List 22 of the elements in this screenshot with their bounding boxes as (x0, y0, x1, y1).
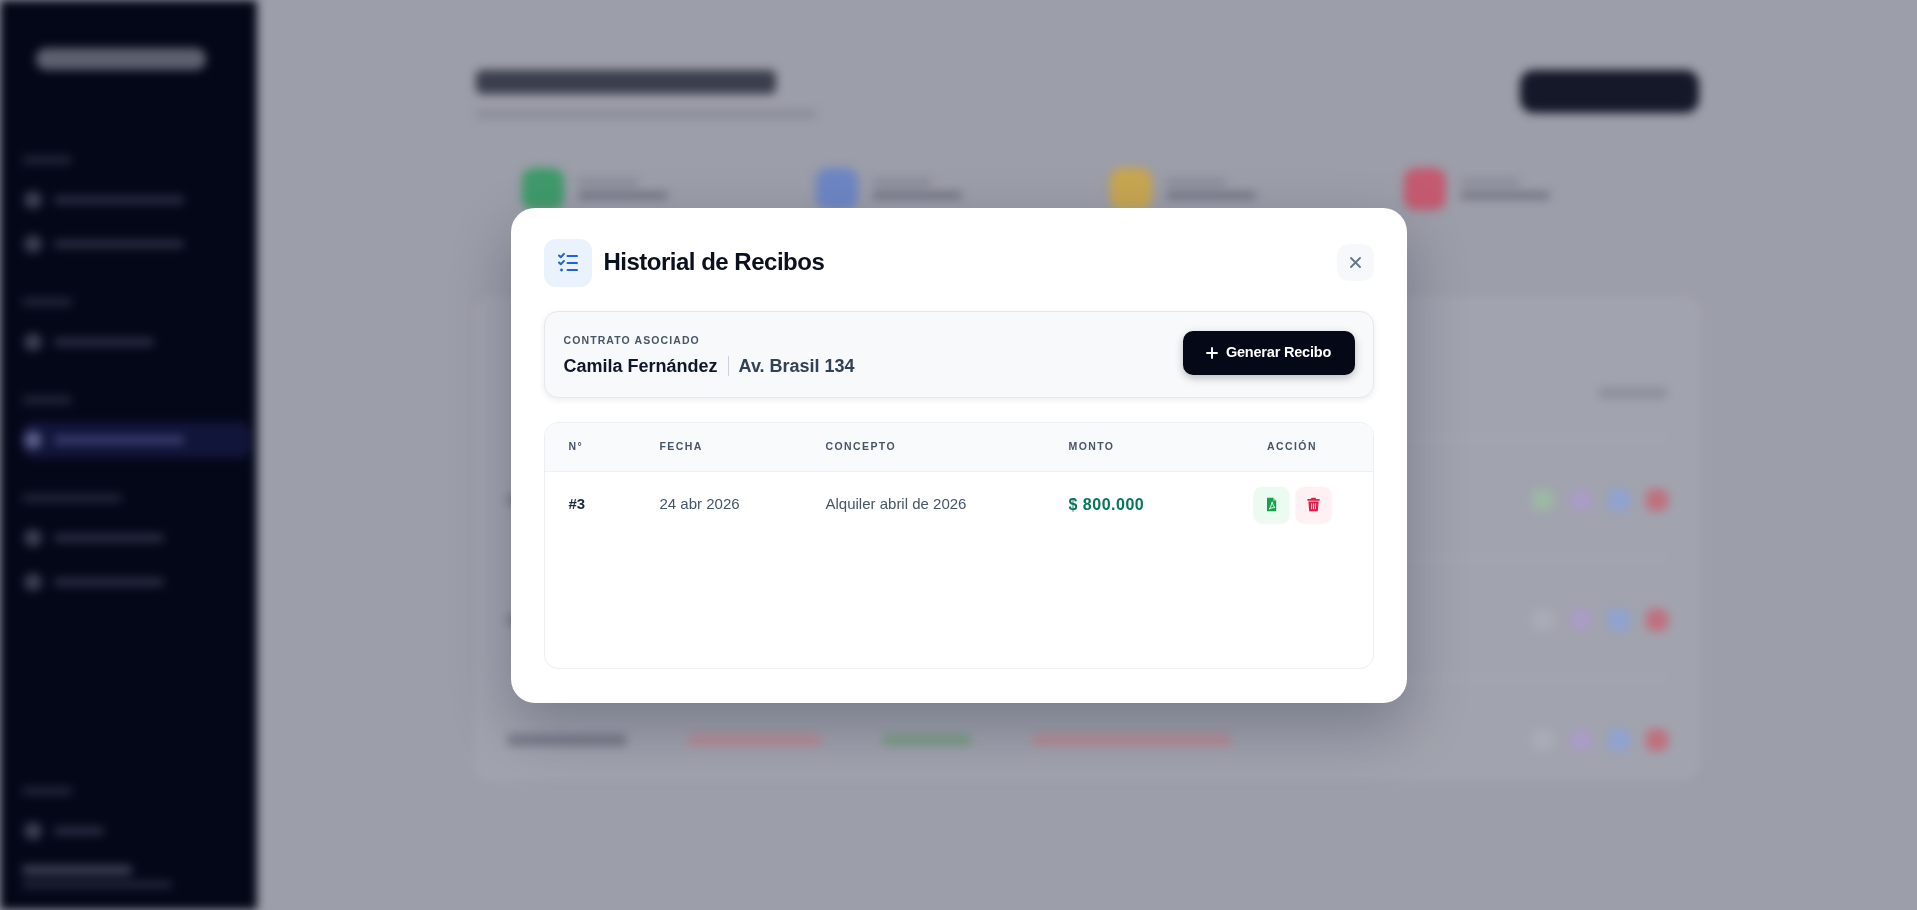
property-address: Av. Brasil 134 (738, 354, 855, 378)
delete-button[interactable] (1295, 487, 1331, 522)
pdf-file-icon (1264, 497, 1278, 512)
dialog-title: Historial de Recibos (603, 248, 825, 277)
checklist-icon (543, 238, 592, 287)
column-header: CONCEPTO (825, 439, 896, 452)
receipt-number: #3 (568, 495, 586, 513)
plus-icon (1205, 347, 1218, 359)
column-header: N° (568, 439, 584, 452)
contract-label: CONTRATO ASOCIADO (563, 332, 700, 348)
close-button[interactable] (1336, 244, 1374, 281)
close-icon (1349, 257, 1361, 268)
tenant-name: Camila Fernández (563, 354, 718, 378)
generate-receipt-button[interactable]: Generar Recibo (1182, 331, 1355, 375)
column-header: MONTO (1068, 439, 1115, 452)
trash-icon (1306, 497, 1320, 512)
download-pdf-button[interactable] (1253, 487, 1289, 522)
receipt-date: 24 abr 2026 (659, 495, 740, 513)
receipt-amount: $ 800.000 (1068, 495, 1145, 513)
receipt-concept: Alquiler abril de 2026 (825, 495, 967, 513)
column-header: ACCIÓN (1267, 439, 1317, 452)
column-header: FECHA (659, 439, 703, 452)
